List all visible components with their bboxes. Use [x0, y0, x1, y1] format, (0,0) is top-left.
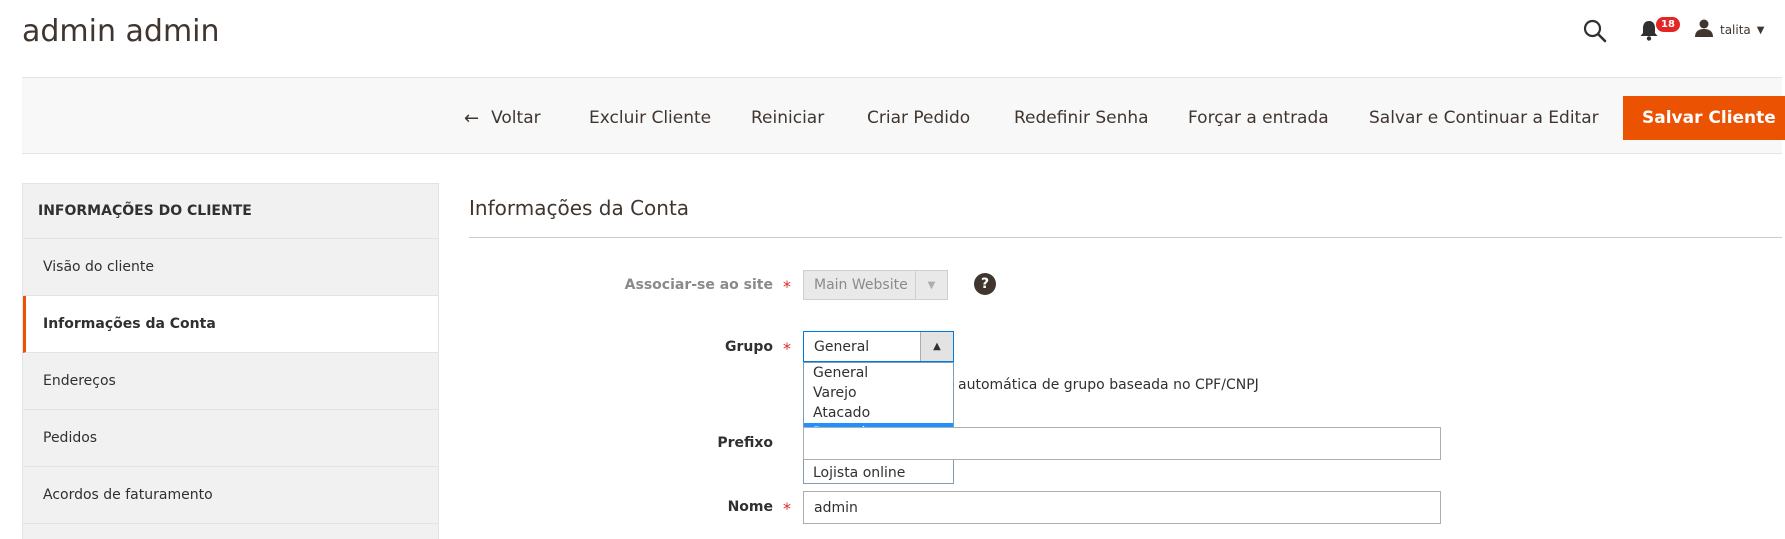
- reset-password-button[interactable]: Redefinir Senha: [1014, 96, 1149, 140]
- group-option[interactable]: Atacado: [804, 403, 953, 423]
- search-icon[interactable]: [1582, 18, 1608, 44]
- auto-group-hint: automática de grupo baseada no CPF/CNPJ: [958, 377, 1259, 393]
- group-option[interactable]: General: [804, 363, 953, 383]
- chevron-down-icon: ▼: [1756, 24, 1765, 36]
- chevron-down-icon: ▼: [915, 271, 947, 299]
- sidebar-item-account-information[interactable]: Informações da Conta: [23, 296, 438, 353]
- website-select: Main Website ▼: [803, 270, 948, 300]
- name-input[interactable]: [803, 491, 1441, 524]
- force-login-button[interactable]: Forçar a entrada: [1188, 96, 1329, 140]
- create-order-button[interactable]: Criar Pedido: [867, 96, 970, 140]
- sidebar-item-orders[interactable]: Pedidos: [23, 410, 438, 467]
- section-title: Informações da Conta: [469, 196, 690, 220]
- group-select-value: General: [814, 338, 870, 355]
- sidebar-item-addresses[interactable]: Endereços: [23, 353, 438, 410]
- sidebar-title: INFORMAÇÕES DO CLIENTE: [23, 184, 438, 239]
- reset-button[interactable]: Reiniciar: [751, 96, 824, 140]
- page-title: admin admin: [22, 14, 220, 49]
- customer-info-sidebar: INFORMAÇÕES DO CLIENTE Visão do cliente …: [22, 183, 439, 539]
- website-select-value: Main Website: [814, 277, 908, 293]
- required-marker: *: [783, 499, 791, 518]
- group-option[interactable]: Varejo: [804, 383, 953, 403]
- group-select[interactable]: General ▲: [803, 331, 954, 362]
- prefix-label: Prefixo: [717, 435, 773, 451]
- bell-icon: [1638, 21, 1660, 46]
- notifications-button[interactable]: 18: [1638, 17, 1680, 46]
- page-actions-toolbar: ← Voltar Excluir Cliente Reiniciar Criar…: [22, 77, 1785, 154]
- group-dropdown-list: General Varejo Atacado Revenda Colaborad…: [803, 362, 954, 484]
- user-name: talita: [1720, 23, 1751, 37]
- group-option[interactable]: Lojista online: [804, 463, 953, 483]
- name-label: Nome: [727, 499, 773, 515]
- required-marker: *: [783, 339, 791, 358]
- back-button-label: Voltar: [491, 108, 541, 128]
- sidebar-item-customer-view[interactable]: Visão do cliente: [23, 239, 438, 296]
- save-customer-button[interactable]: Salvar Cliente: [1623, 96, 1785, 140]
- chevron-up-icon: ▲: [920, 332, 953, 361]
- notification-count-badge: 18: [1656, 17, 1680, 32]
- arrow-left-icon: ←: [464, 107, 480, 129]
- save-and-continue-button[interactable]: Salvar e Continuar a Editar: [1369, 96, 1599, 140]
- help-icon[interactable]: ?: [974, 273, 996, 295]
- sidebar-item-billing-agreements[interactable]: Acordos de faturamento: [23, 467, 438, 524]
- user-menu[interactable]: talita ▼: [1694, 17, 1765, 43]
- group-label: Grupo: [724, 339, 773, 355]
- prefix-input[interactable]: [803, 427, 1441, 460]
- website-label: Associar-se ao site: [624, 277, 773, 293]
- back-button[interactable]: ← Voltar: [464, 96, 541, 140]
- user-icon: [1694, 18, 1714, 42]
- required-marker: *: [783, 277, 791, 296]
- delete-customer-button[interactable]: Excluir Cliente: [589, 96, 711, 140]
- section-divider: [469, 237, 1782, 238]
